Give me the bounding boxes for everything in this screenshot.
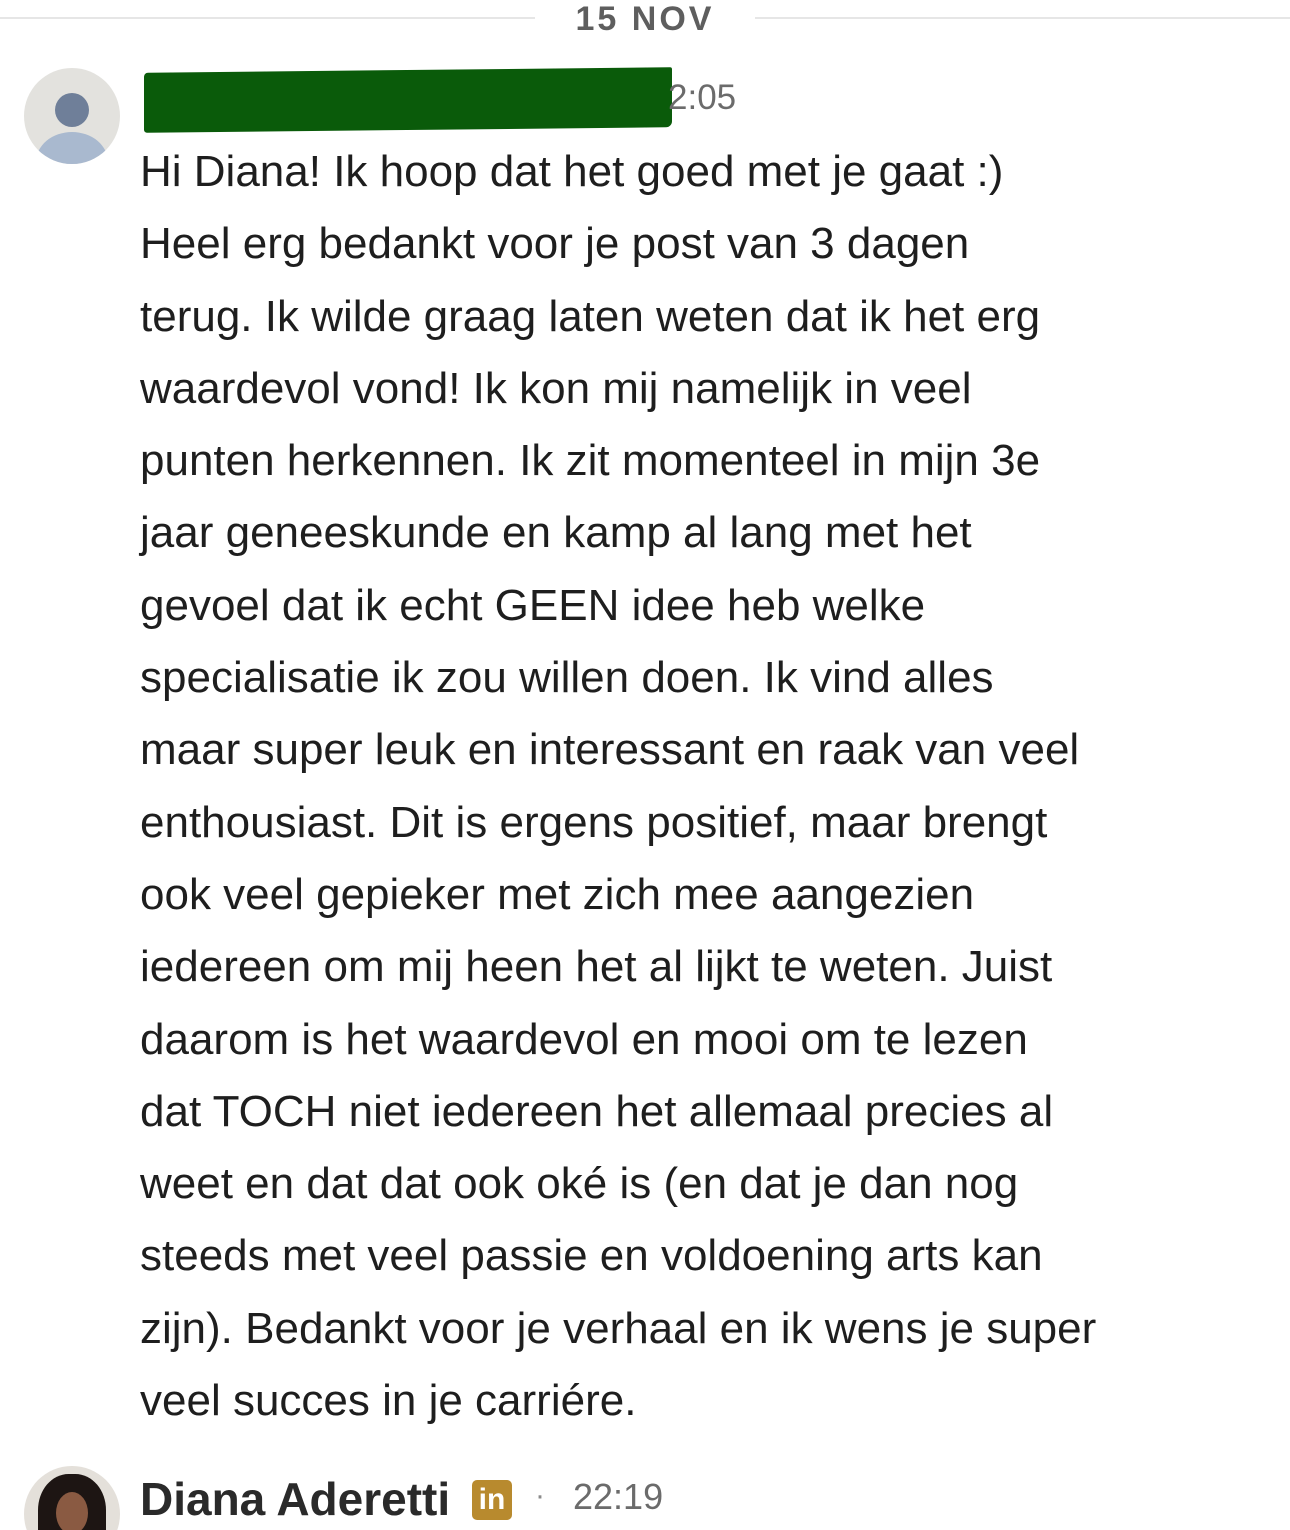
message-time: 22:19 [573, 1476, 664, 1517]
message-text-line: terug. Ik wilde graag laten weten dat ik… [140, 291, 1041, 341]
message-text-line: Hi Diana! Ik hoop dat het goed met je ga… [140, 147, 1004, 196]
message-text-line: jaar geneeskunde en kamp al lang met het [140, 508, 972, 558]
message-text-line: enthousiast. Dit is ergens positief, maa… [140, 797, 1048, 847]
message-text-line: zijn). Bedankt voor je verhaal en ik wen… [140, 1303, 1097, 1353]
sender-name[interactable]: Diana Aderetti [140, 1472, 450, 1526]
conversation-view: 15 NOV 2:05 Hi Diana! Ik hoop dat het go… [0, 0, 1290, 1530]
message-text-line: waardevol vond! Ik kon mij namelijk in v… [140, 363, 972, 413]
divider-line-right [755, 17, 1290, 19]
message-text-line: Heel erg bedankt voor je post van 3 dage… [140, 219, 970, 269]
message-body: Hi Diana! Ik hoop dat het goed met je ga… [140, 136, 1240, 1437]
message-text-line: gevoel dat ik echt GEEN idee heb welke [140, 580, 926, 630]
date-divider: 15 NOV [0, 0, 1290, 40]
divider-line-left [0, 17, 535, 19]
message-text-line: specialisatie ik zou willen doen. Ik vin… [140, 653, 994, 703]
message-text-line: iedereen om mij heen het al lijkt te wet… [140, 942, 1053, 992]
default-person-icon [55, 93, 89, 127]
redaction-mark [144, 67, 672, 133]
message-text-line: veel succes in je carriére. [140, 1376, 637, 1426]
message-header: Diana Aderetti in · 22:19 [140, 1470, 840, 1530]
message-time: 2:05 [668, 78, 737, 117]
message-text-line: dat TOCH niet iedereen het allemaal prec… [140, 1086, 1054, 1136]
sender-avatar[interactable] [24, 68, 120, 164]
message-text-line: daarom is het waardevol en mooi om te le… [140, 1014, 1028, 1064]
message-text-line: ook veel gepieker met zich mee aangezien [140, 869, 975, 919]
message-text-line: maar super leuk en interessant en raak v… [140, 725, 1080, 775]
message-text-line: punten herkennen. Ik zit momenteel in mi… [140, 436, 1041, 486]
message-text-line: weet en dat dat ook oké is (en dat je da… [140, 1159, 1019, 1209]
message-text-line: steeds met veel passie en voldoening art… [140, 1231, 1043, 1281]
message-header: 2:05 [140, 67, 760, 133]
date-label: 15 NOV [575, 0, 715, 38]
separator-dot: · [535, 1479, 545, 1512]
linkedin-icon: in [472, 1480, 512, 1520]
sender-avatar-photo[interactable] [24, 1466, 120, 1530]
